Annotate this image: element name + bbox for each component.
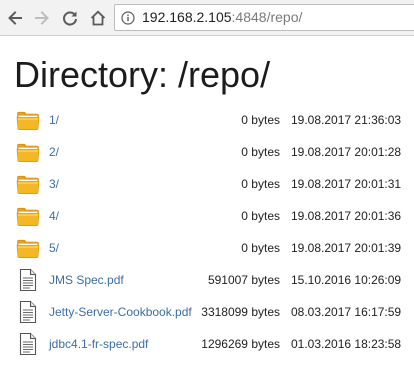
folder-row: 2/0 bytes 19.08.2017 20:01:28 bbox=[0, 136, 414, 168]
folder-icon[interactable] bbox=[16, 140, 40, 164]
file-row: jdbc4.1-fr-spec.pdf 1296269 bytes 01.03.20… bbox=[0, 328, 414, 360]
file-row: JMS Spec.pdf 591007 bytes 15.10.2016 10:26… bbox=[0, 264, 414, 296]
modified-date: 19.08.2017 20:01:36 bbox=[291, 209, 402, 223]
file-size: 3318099 bytes bbox=[201, 305, 280, 319]
folder-row: 1/0 bytes 19.08.2017 21:36:03 bbox=[0, 104, 414, 136]
file-link[interactable]: JMS Spec.pdf bbox=[49, 264, 124, 296]
folder-link[interactable]: 4/ bbox=[49, 200, 59, 232]
address-url[interactable]: 192.168.2.105:4848/repo/ bbox=[142, 5, 302, 30]
forward-button[interactable] bbox=[30, 6, 54, 30]
document-icon[interactable] bbox=[16, 300, 40, 324]
modified-date: 19.08.2017 20:01:39 bbox=[291, 241, 402, 255]
file-size: 1296269 bytes bbox=[201, 337, 280, 351]
file-size: 0 bytes bbox=[241, 241, 280, 255]
modified-date: 19.08.2017 21:36:03 bbox=[291, 113, 402, 127]
file-link[interactable]: jdbc4.1-fr-spec.pdf bbox=[49, 328, 148, 360]
file-row: Jetty-Server-Cookbook.pdf 3318099 bytes 08… bbox=[0, 296, 414, 328]
folder-row: 4/0 bytes 19.08.2017 20:01:36 bbox=[0, 200, 414, 232]
page-title: Directory: /repo/ bbox=[14, 54, 271, 95]
folder-link[interactable]: 5/ bbox=[49, 232, 59, 264]
browser-toolbar: 192.168.2.105:4848/repo/ bbox=[0, 0, 414, 36]
file-size: 0 bytes bbox=[241, 177, 280, 191]
folder-icon[interactable] bbox=[16, 172, 40, 196]
arrow-left-icon bbox=[8, 11, 22, 25]
document-icon[interactable] bbox=[16, 332, 40, 356]
folder-icon[interactable] bbox=[16, 108, 40, 132]
address-bar[interactable]: 192.168.2.105:4848/repo/ bbox=[114, 4, 414, 31]
modified-date: 19.08.2017 20:01:31 bbox=[291, 177, 402, 191]
info-icon[interactable] bbox=[121, 11, 135, 25]
folder-icon[interactable] bbox=[16, 236, 40, 260]
folder-link[interactable]: 1/ bbox=[49, 104, 59, 136]
file-size: 0 bytes bbox=[241, 145, 280, 159]
home-button[interactable] bbox=[86, 6, 110, 30]
modified-date: 08.03.2017 16:17:59 bbox=[291, 305, 402, 319]
reload-icon bbox=[63, 11, 77, 26]
modified-date: 19.08.2017 20:01:28 bbox=[291, 145, 402, 159]
directory-listing: 1/0 bytes 19.08.2017 21:36:03 2/0 bytes 19… bbox=[0, 104, 414, 360]
file-size: 0 bytes bbox=[241, 113, 280, 127]
folder-link[interactable]: 2/ bbox=[49, 136, 59, 168]
folder-link[interactable]: 3/ bbox=[49, 168, 59, 200]
reload-button[interactable] bbox=[58, 6, 82, 30]
url-path: :4848/repo/ bbox=[231, 9, 303, 25]
folder-row: 5/0 bytes 19.08.2017 20:01:39 bbox=[0, 232, 414, 264]
file-link[interactable]: Jetty-Server-Cookbook.pdf bbox=[49, 296, 192, 328]
url-host: 192.168.2.105 bbox=[142, 9, 232, 25]
folder-icon[interactable] bbox=[16, 204, 40, 228]
file-size: 0 bytes bbox=[241, 209, 280, 223]
home-icon bbox=[90, 10, 106, 26]
back-button[interactable] bbox=[3, 6, 27, 30]
folder-row: 3/0 bytes 19.08.2017 20:01:31 bbox=[0, 168, 414, 200]
arrow-right-icon bbox=[35, 11, 49, 25]
modified-date: 01.03.2016 18:23:58 bbox=[291, 337, 402, 351]
modified-date: 15.10.2016 10:26:09 bbox=[291, 273, 402, 287]
file-size: 591007 bytes bbox=[207, 273, 280, 287]
document-icon[interactable] bbox=[16, 268, 40, 292]
